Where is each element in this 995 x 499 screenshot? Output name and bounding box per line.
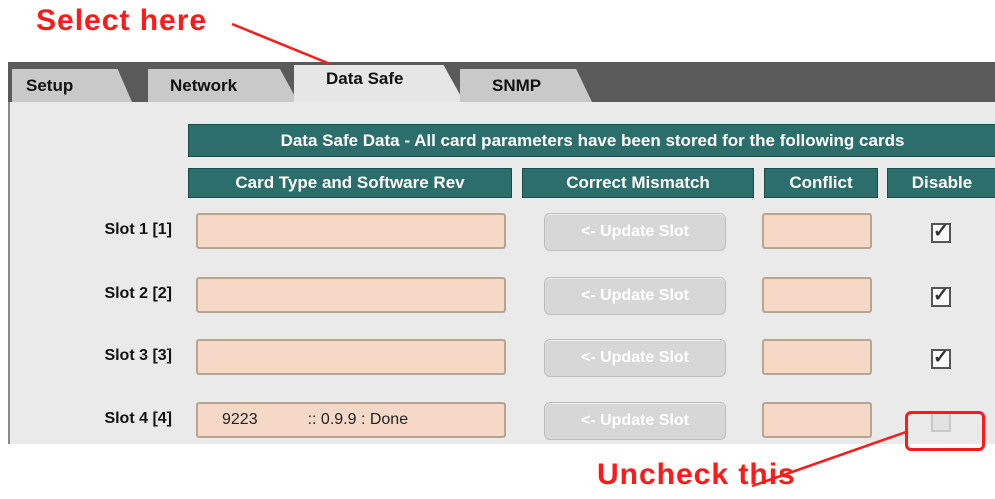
annotation-arrows xyxy=(231,22,907,488)
uncheck-this-arrow xyxy=(751,430,907,488)
select-here-arrow xyxy=(231,22,331,66)
